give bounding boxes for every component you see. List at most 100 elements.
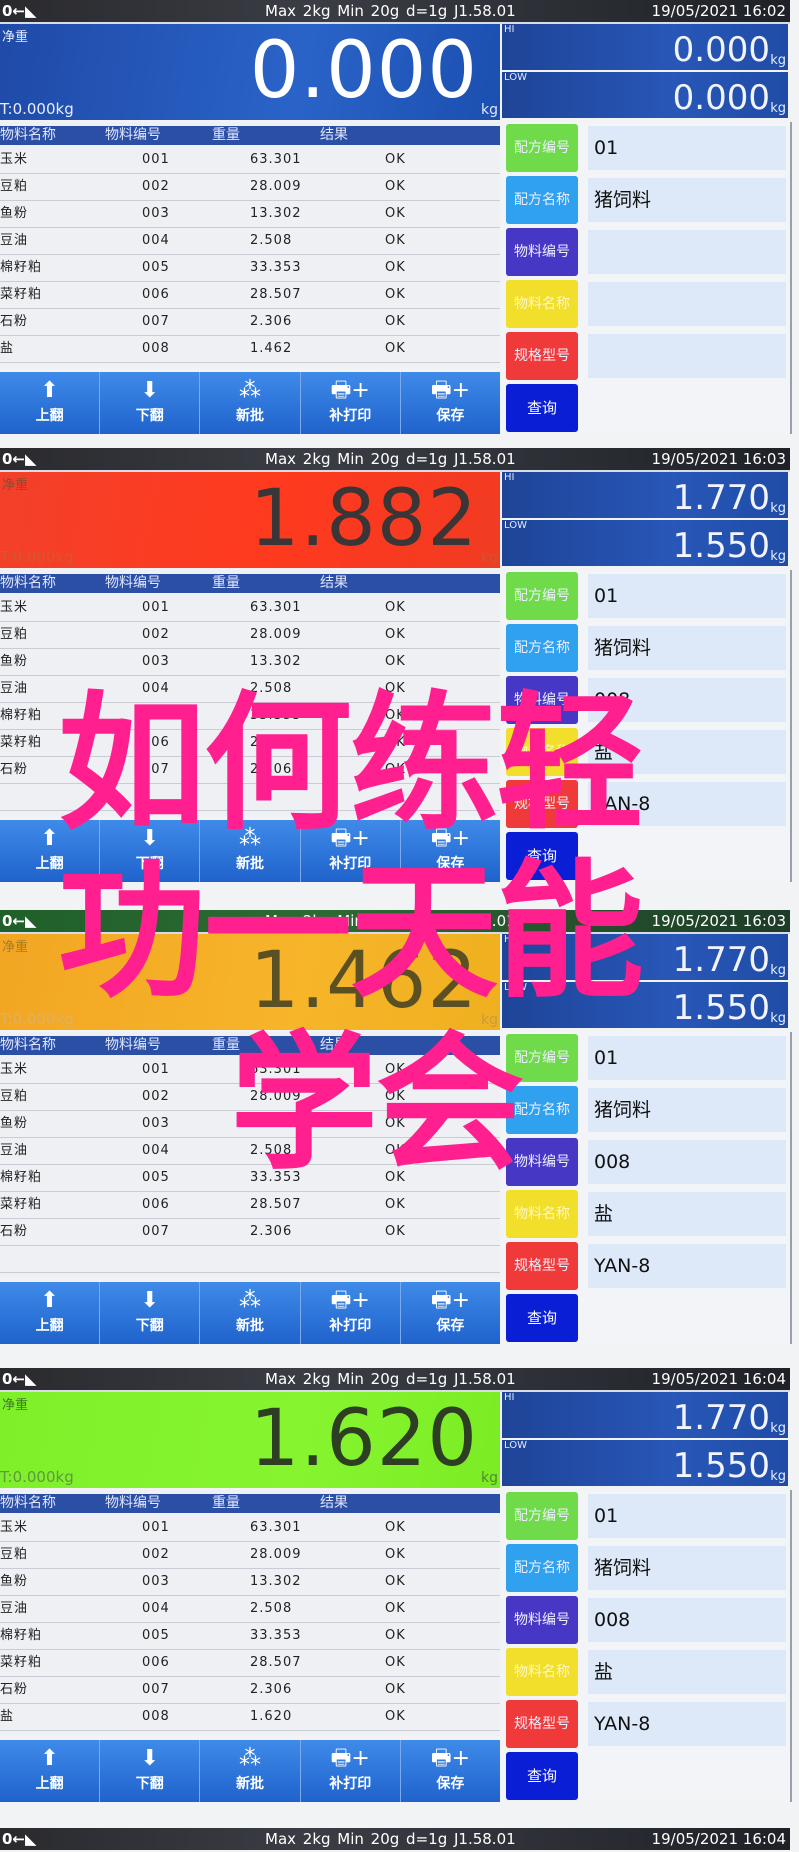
table-row[interactable]: 玉米 001 63.301 OK <box>0 1056 500 1084</box>
save-button[interactable]: 🖶+ 保存 <box>400 820 501 882</box>
table-row[interactable] <box>0 1245 500 1273</box>
new-batch-button[interactable]: ⁂ 新批 <box>200 372 301 434</box>
field-material-name: 物料名称 <box>506 280 788 328</box>
query-button[interactable]: 查询 <box>506 832 578 880</box>
table-row[interactable]: 鱼粉 003 13.302 OK <box>0 648 500 676</box>
button-label: 保存 <box>436 1776 465 1792</box>
table-row[interactable]: 菜籽粕 006 28.507 OK <box>0 281 500 309</box>
material-name-button[interactable]: 物料名称 <box>506 728 578 776</box>
table-cell: 005 <box>142 260 170 275</box>
table-row[interactable]: 鱼粉 003 13.302 OK <box>0 1110 500 1138</box>
recipe-no-button[interactable]: 配方编号 <box>506 124 578 172</box>
table-cell: 豆粕 <box>0 1547 29 1562</box>
table-cell: 005 <box>142 1170 170 1185</box>
save-printer-icon: 🖶+ <box>430 378 471 403</box>
material-no-button[interactable]: 物料编号 <box>506 228 578 276</box>
recipe-no-button[interactable]: 配方编号 <box>506 1492 578 1540</box>
table-row[interactable]: 豆粕 002 28.009 OK <box>0 1541 500 1569</box>
reprint-button[interactable]: 🖶+ 补打印 <box>300 372 401 434</box>
table-cell: OK <box>385 1224 406 1239</box>
material-no-button[interactable]: 物料编号 <box>506 1596 578 1644</box>
page-up-button[interactable]: ⬆ 上翻 <box>0 372 101 434</box>
page-down-button[interactable]: ⬇ 下翻 <box>100 820 201 882</box>
table-row[interactable]: 玉米 001 63.301 OK <box>0 146 500 174</box>
spec-button[interactable]: 规格型号 <box>506 1242 578 1290</box>
table-row[interactable]: 豆油 004 2.508 OK <box>0 675 500 703</box>
table-row[interactable]: 菜籽粕 006 28.507 OK <box>0 729 500 757</box>
table-row[interactable]: 棉籽粕 005 33.353 OK <box>0 1164 500 1192</box>
button-label: 补打印 <box>329 856 372 872</box>
table-row[interactable]: 玉米 001 63.301 OK <box>0 1514 500 1542</box>
material-name-button[interactable]: 物料名称 <box>506 280 578 328</box>
datetime: 19/05/2021 16:04 <box>651 1830 786 1848</box>
recipe-no-button[interactable]: 配方编号 <box>506 1034 578 1082</box>
new-batch-button[interactable]: ⁂ 新批 <box>200 1282 301 1344</box>
table-row[interactable]: 豆粕 002 28.009 OK <box>0 621 500 649</box>
table-row[interactable]: 豆油 004 2.508 OK <box>0 1137 500 1165</box>
table-row[interactable]: 豆油 004 2.508 OK <box>0 227 500 255</box>
recipe-no-button[interactable]: 配方编号 <box>506 572 578 620</box>
recipe-no-value: 01 <box>588 1036 786 1080</box>
query-button[interactable]: 查询 <box>506 1752 578 1800</box>
table-cell: 003 <box>142 206 170 221</box>
material-name-button[interactable]: 物料名称 <box>506 1190 578 1238</box>
save-button[interactable]: 🖶+ 保存 <box>400 1740 501 1802</box>
table-row[interactable]: 菜籽粕 006 28.507 OK <box>0 1191 500 1219</box>
table-row[interactable]: 鱼粉 003 13.302 OK <box>0 1568 500 1596</box>
table-row[interactable]: 豆油 004 2.508 OK <box>0 1595 500 1623</box>
table-row[interactable]: 石粉 007 2.306 OK <box>0 1218 500 1246</box>
spec-button[interactable]: 规格型号 <box>506 332 578 380</box>
table-row[interactable]: 石粉 007 2.306 OK <box>0 308 500 336</box>
table-row[interactable]: 玉米 001 63.301 OK <box>0 594 500 622</box>
spec-button[interactable]: 规格型号 <box>506 780 578 828</box>
table-row[interactable]: 石粉 007 2.306 OK <box>0 756 500 784</box>
reprint-button[interactable]: 🖶+ 补打印 <box>300 1740 401 1802</box>
recipe-name-button[interactable]: 配方名称 <box>506 1086 578 1134</box>
low-label: LOW <box>504 1440 527 1451</box>
query-button[interactable]: 查询 <box>506 384 578 432</box>
page-up-button[interactable]: ⬆ 上翻 <box>0 1740 101 1802</box>
table-row[interactable] <box>0 783 500 811</box>
low-limit-value: 1.550 <box>672 526 770 566</box>
new-batch-button[interactable]: ⁂ 新批 <box>200 1740 301 1802</box>
spec-button[interactable]: 规格型号 <box>506 1700 578 1748</box>
page-down-button[interactable]: ⬇ 下翻 <box>100 372 201 434</box>
recipe-name-button[interactable]: 配方名称 <box>506 1544 578 1592</box>
material-no-button[interactable]: 物料编号 <box>506 676 578 724</box>
save-button[interactable]: 🖶+ 保存 <box>400 1282 501 1344</box>
table-row[interactable]: 盐 008 1.462 OK <box>0 335 500 363</box>
table-cell: 005 <box>142 1628 170 1643</box>
recipe-name-button[interactable]: 配方名称 <box>506 624 578 672</box>
page-up-button[interactable]: ⬆ 上翻 <box>0 1282 101 1344</box>
table-row[interactable]: 豆粕 002 28.009 OK <box>0 173 500 201</box>
reprint-button[interactable]: 🖶+ 补打印 <box>300 1282 401 1344</box>
recipe-name-button[interactable]: 配方名称 <box>506 176 578 224</box>
table-row[interactable]: 盐 008 1.620 OK <box>0 1703 500 1731</box>
bottom-toolbar: ⬆ 上翻 ⬇ 下翻 ⁂ 新批 🖶+ 补打印 🖶+ 保存 <box>0 820 501 882</box>
table-row[interactable]: 棉籽粕 005 33.353 OK <box>0 254 500 282</box>
weight-unit: kg <box>481 102 498 118</box>
new-batch-button[interactable]: ⁂ 新批 <box>200 820 301 882</box>
table-row[interactable]: 菜籽粕 006 28.507 OK <box>0 1649 500 1677</box>
table-row[interactable]: 棉籽粕 005 33.353 OK <box>0 702 500 730</box>
save-button[interactable]: 🖶+ 保存 <box>400 372 501 434</box>
page-down-button[interactable]: ⬇ 下翻 <box>100 1740 201 1802</box>
table-cell: 002 <box>142 1089 170 1104</box>
table-row[interactable]: 鱼粉 003 13.302 OK <box>0 200 500 228</box>
material-name-button[interactable]: 物料名称 <box>506 1648 578 1696</box>
table-row[interactable]: 石粉 007 2.306 OK <box>0 1676 500 1704</box>
page-up-button[interactable]: ⬆ 上翻 <box>0 820 101 882</box>
field-recipe-no: 配方编号 01 <box>506 124 788 172</box>
material-no-value: 008 <box>588 1140 786 1184</box>
query-button[interactable]: 查询 <box>506 1294 578 1342</box>
reprint-button[interactable]: 🖶+ 补打印 <box>300 820 401 882</box>
page-down-button[interactable]: ⬇ 下翻 <box>100 1282 201 1344</box>
table-row[interactable]: 豆粕 002 28.009 OK <box>0 1083 500 1111</box>
table-cell: 28.009 <box>250 1089 302 1104</box>
material-table: 物料名称 物料编号 重量 结果 玉米 001 63.301 OK 豆粕 002 28.009 OK 鱼粉… <box>0 570 500 816</box>
material-no-button[interactable]: 物料编号 <box>506 1138 578 1186</box>
printer-plus-icon: 🖶+ <box>330 1746 370 1771</box>
table-row[interactable]: 棉籽粕 005 33.353 OK <box>0 1622 500 1650</box>
button-label: 下翻 <box>135 408 164 424</box>
button-label: 新批 <box>236 1776 264 1792</box>
